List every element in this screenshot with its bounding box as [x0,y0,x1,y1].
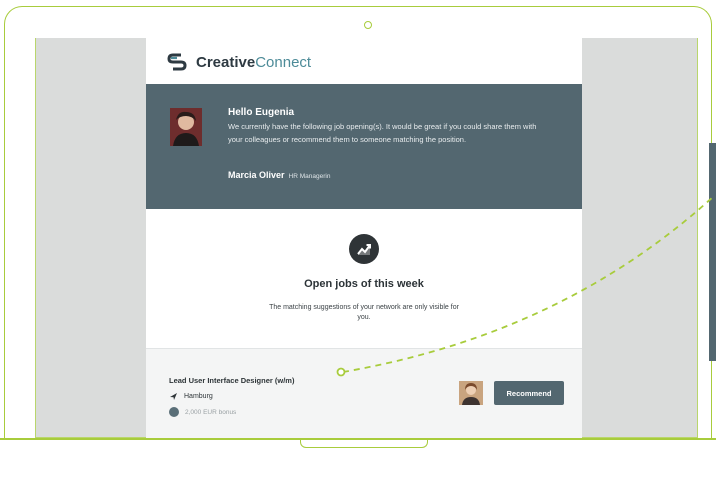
callout-connector [336,195,715,377]
device-notch [300,438,428,448]
